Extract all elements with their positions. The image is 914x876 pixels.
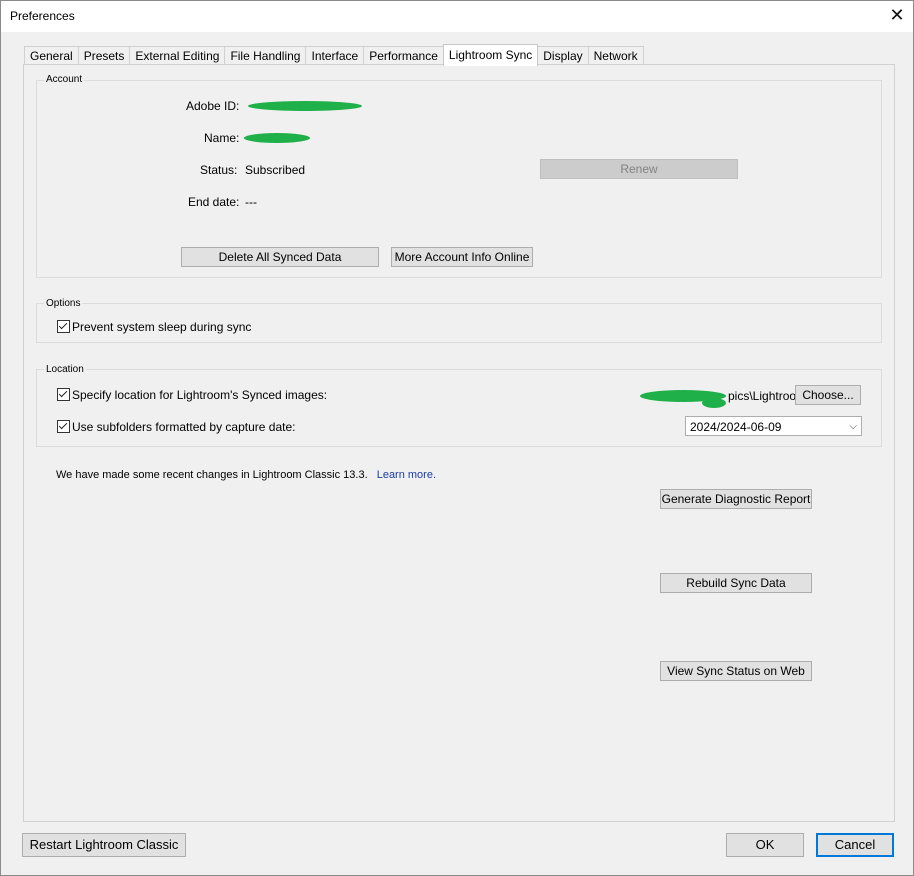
window-title: Preferences [10, 9, 75, 23]
prevent-sleep-label: Prevent system sleep during sync [72, 320, 252, 334]
subfolder-format-select[interactable]: 2024/2024-06-09 ⌵ [685, 416, 862, 436]
restart-lightroom-button[interactable]: Restart Lightroom Classic [22, 833, 186, 857]
recent-changes-notice: We have made some recent changes in Ligh… [56, 469, 436, 481]
name-label: Name: [204, 131, 240, 145]
cancel-button[interactable]: Cancel [816, 833, 894, 857]
tab-performance[interactable]: Performance [363, 46, 444, 65]
close-icon[interactable]: ✕ [889, 6, 905, 24]
location-group-title: Location [44, 364, 86, 375]
subfolders-label: Use subfolders formatted by capture date… [72, 420, 296, 434]
tab-strip: General Presets External Editing File Ha… [24, 44, 644, 66]
tab-lightroom-sync[interactable]: Lightroom Sync [442, 44, 539, 66]
more-account-info-button[interactable]: More Account Info Online [391, 247, 533, 267]
account-group-title: Account [44, 74, 85, 85]
tab-external-editing[interactable]: External Editing [129, 46, 226, 65]
preferences-window: Preferences ✕ General Presets External E… [0, 0, 914, 876]
name-redacted [244, 133, 310, 143]
prevent-sleep-checkbox[interactable] [57, 320, 70, 333]
adobe-id-label: Adobe ID: [186, 99, 240, 113]
specify-location-checkbox[interactable] [57, 388, 70, 401]
rebuild-sync-data-button[interactable]: Rebuild Sync Data [660, 573, 812, 593]
subfolders-checkbox[interactable] [57, 420, 70, 433]
title-bar: Preferences ✕ [1, 1, 913, 32]
choose-location-button[interactable]: Choose... [795, 385, 861, 405]
end-date-label: End date: [188, 195, 240, 209]
generate-diagnostic-report-button[interactable]: Generate Diagnostic Report [660, 489, 812, 509]
adobe-id-redacted [248, 101, 362, 111]
status-value: Subscribed [245, 163, 306, 177]
end-date-value: --- [245, 195, 257, 209]
lightroom-sync-panel: Account Adobe ID: Name: Status: Subscrib… [23, 64, 895, 822]
status-label: Status: [200, 163, 238, 177]
view-sync-status-button[interactable]: View Sync Status on Web [660, 661, 812, 681]
options-group-title: Options [44, 298, 83, 309]
tab-file-handling[interactable]: File Handling [224, 46, 307, 65]
subfolder-format-value: 2024/2024-06-09 [690, 420, 782, 434]
path-redacted-tail [702, 398, 726, 408]
recent-changes-text: We have made some recent changes in Ligh… [56, 469, 368, 481]
tab-network[interactable]: Network [587, 46, 644, 65]
chevron-down-icon: ⌵ [849, 421, 857, 432]
delete-all-synced-data-button[interactable]: Delete All Synced Data [181, 247, 379, 267]
tab-display[interactable]: Display [537, 46, 589, 65]
specify-location-label: Specify location for Lightroom's Synced … [72, 388, 328, 402]
ok-button[interactable]: OK [726, 833, 804, 857]
tab-presets[interactable]: Presets [77, 46, 131, 65]
learn-more-link[interactable]: Learn more. [377, 469, 436, 481]
tab-interface[interactable]: Interface [305, 46, 365, 65]
renew-button[interactable]: Renew [540, 159, 738, 179]
tab-general[interactable]: General [24, 46, 79, 65]
